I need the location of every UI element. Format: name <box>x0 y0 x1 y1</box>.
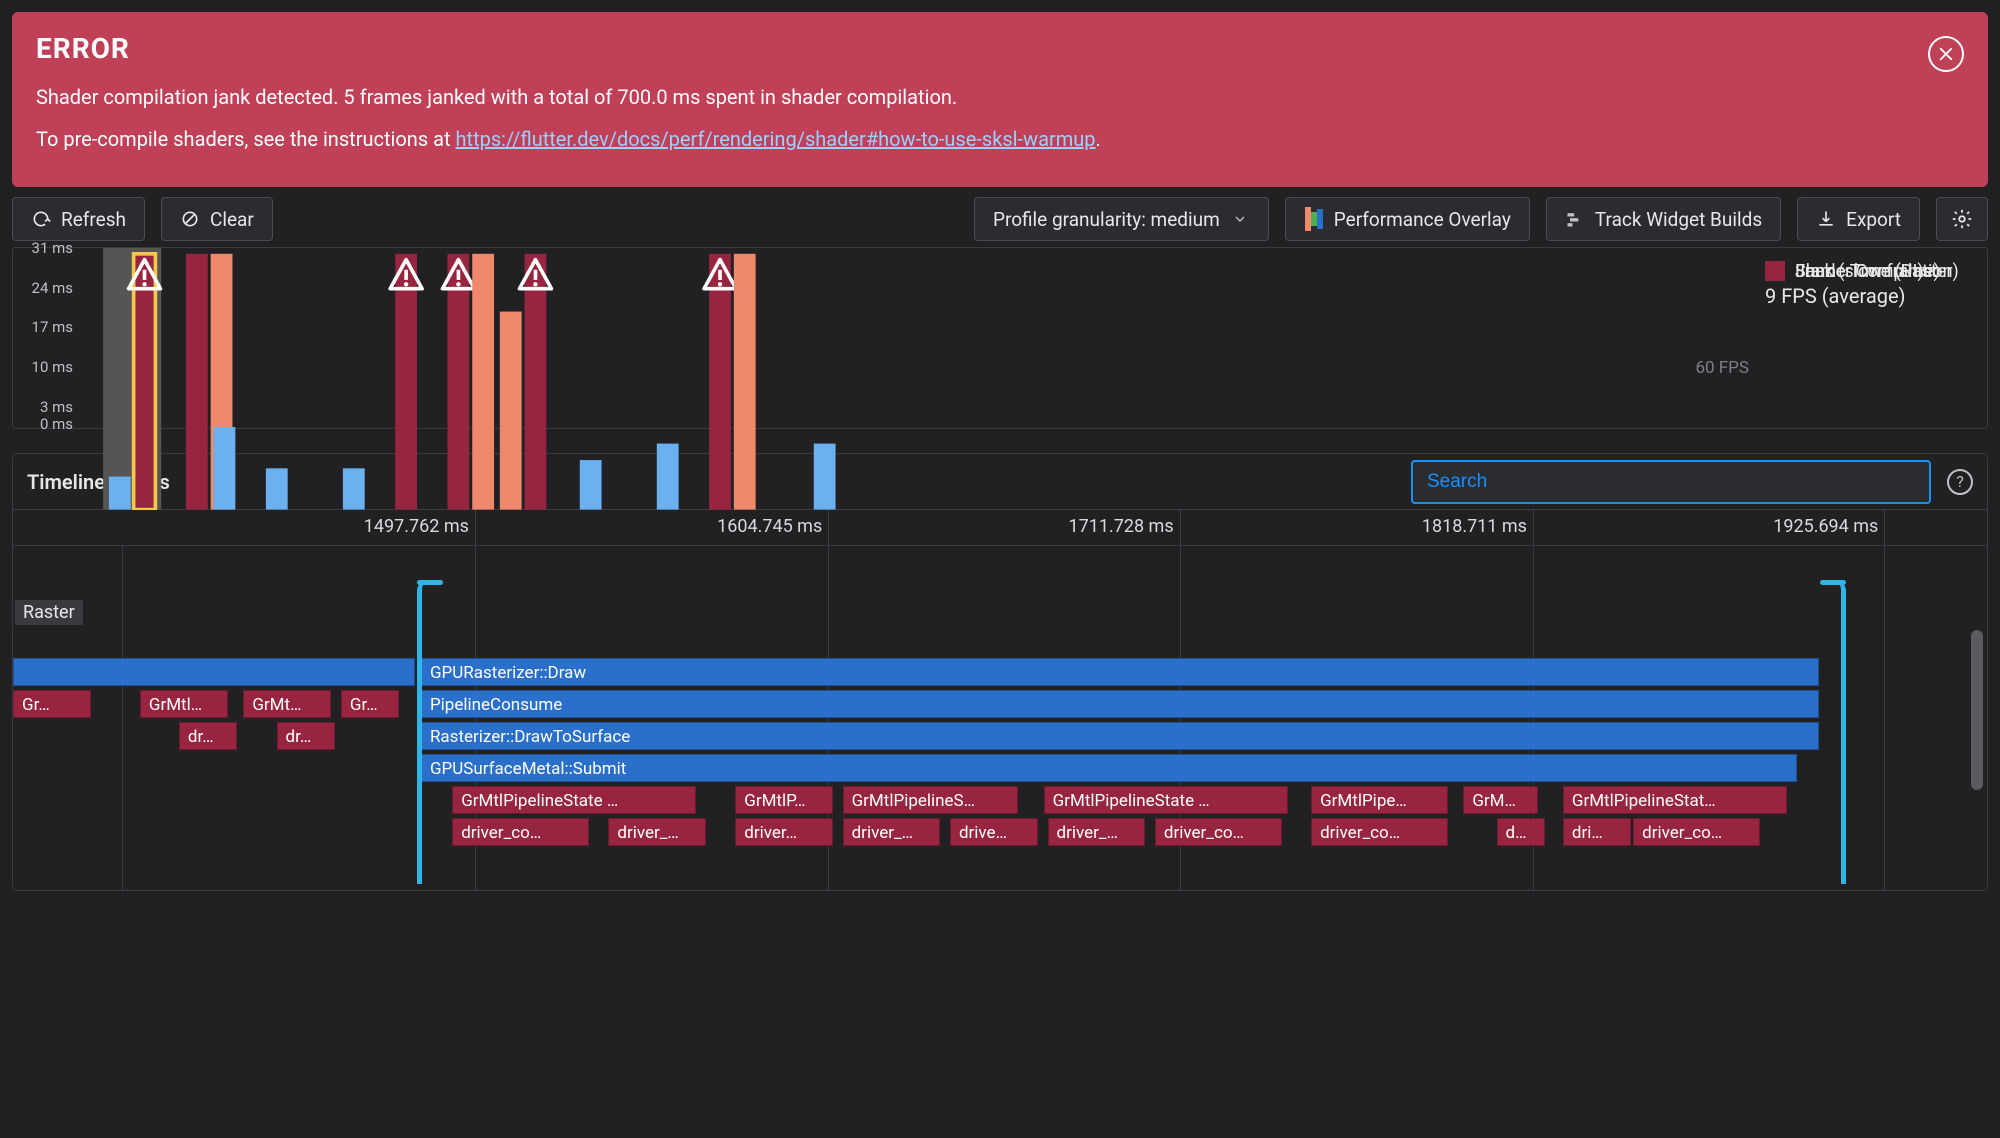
raster-lane-tag: Raster <box>15 600 83 625</box>
time-tick: 1711.728 ms <box>1069 516 1180 537</box>
flame-segment[interactable]: driver_co… <box>1633 818 1760 846</box>
error-close-button[interactable] <box>1928 36 1964 72</box>
flame-segment[interactable]: dr… <box>277 722 336 750</box>
frame-chart-panel: 0 ms3 ms10 ms17 ms24 ms31 ms 60 FPS Fram… <box>12 247 1988 429</box>
legend-label: Shader Compilation <box>1795 261 1953 282</box>
flame-segment[interactable]: GrMtlPipelineS… <box>843 786 1019 814</box>
timeline-flame-chart[interactable]: 1497.762 ms 1604.745 ms 1711.728 ms 1818.71… <box>13 510 1987 890</box>
track-icon <box>1565 209 1585 229</box>
flame-segment[interactable]: dr… <box>179 722 238 750</box>
flame-segment[interactable]: PipelineConsume <box>421 690 1819 718</box>
refresh-label: Refresh <box>61 208 126 231</box>
flame-segment[interactable]: driver_… <box>608 818 706 846</box>
flame-segment[interactable]: driver_co… <box>1155 818 1282 846</box>
timeline-panel: Timeline Events ? 1497.762 ms1604.745 ms… <box>12 453 1988 891</box>
export-button[interactable]: Export <box>1797 197 1920 241</box>
flame-segment[interactable]: driver… <box>735 818 833 846</box>
flame-segment[interactable]: Gr… <box>341 690 400 718</box>
bars-icon <box>1304 209 1324 229</box>
avg-fps: 9 FPS (average) <box>1765 284 1979 308</box>
flame-segment[interactable]: drive… <box>950 818 1038 846</box>
time-tick: 1604.745 ms <box>717 516 828 537</box>
granularity-dropdown[interactable]: Profile granularity: medium <box>974 197 1269 241</box>
flame-segment[interactable]: GrMtl… <box>140 690 228 718</box>
flame-segment[interactable]: driver_… <box>1048 818 1146 846</box>
legend: Frame Time (UI)Frame Time (Raster)Jank (… <box>1757 248 1987 428</box>
toolbar: Refresh Clear Profile granularity: mediu… <box>12 197 1988 241</box>
timeline-scrollbar[interactable] <box>1971 630 1983 790</box>
flame-segment[interactable]: driver_co… <box>452 818 589 846</box>
error-doc-link[interactable]: https://flutter.dev/docs/perf/rendering/… <box>456 127 1096 151</box>
flame-segment[interactable]: GrMtlP… <box>735 786 833 814</box>
frame-bars <box>13 248 1757 510</box>
settings-button[interactable] <box>1936 197 1988 241</box>
flame-segment[interactable]: GrMtlPipelineStat… <box>1563 786 1787 814</box>
time-tick: 1925.694 ms <box>1773 516 1884 537</box>
performance-overlay-button[interactable]: Performance Overlay <box>1285 197 1530 241</box>
refresh-button[interactable]: Refresh <box>12 197 145 241</box>
flame-segment[interactable]: GrM… <box>1463 786 1537 814</box>
flame-segment[interactable]: d… <box>1497 818 1546 846</box>
track-widget-builds-label: Track Widget Builds <box>1595 208 1762 231</box>
export-label: Export <box>1846 208 1901 231</box>
clear-button[interactable]: Clear <box>161 197 273 241</box>
error-msg-2-prefix: To pre-compile shaders, see the instruct… <box>36 127 456 151</box>
granularity-label: Profile granularity: medium <box>993 208 1220 231</box>
frame-chart[interactable]: 0 ms3 ms10 ms17 ms24 ms31 ms 60 FPS <box>13 248 1757 428</box>
flame-segment[interactable]: GrMt… <box>243 690 331 718</box>
timeline-help-button[interactable]: ? <box>1947 469 1973 495</box>
performance-overlay-label: Performance Overlay <box>1334 208 1511 231</box>
flame-segment[interactable]: driver_… <box>843 818 941 846</box>
error-banner: ERROR Shader compilation jank detected. … <box>12 12 1988 187</box>
gear-icon <box>1951 208 1973 230</box>
flame-segment[interactable]: GPUSurfaceMetal::Submit <box>421 754 1797 782</box>
flame-segment[interactable]: GrMtlPipelineState … <box>1044 786 1288 814</box>
flame-segment[interactable]: Rasterizer::DrawToSurface <box>421 722 1819 750</box>
chevron-down-icon <box>1230 209 1250 229</box>
flame-segment[interactable]: dri… <box>1563 818 1631 846</box>
fps-marker: 60 FPS <box>1695 358 1749 378</box>
legend-item: Shader Compilation <box>1765 256 1953 286</box>
flame-segment[interactable]: GrMtlPipe… <box>1311 786 1448 814</box>
error-msg-2: To pre-compile shaders, see the instruct… <box>36 123 1964 155</box>
flame-segment[interactable]: Gr… <box>13 690 91 718</box>
error-title: ERROR <box>36 32 1964 65</box>
flame-segment[interactable]: driver_co… <box>1311 818 1448 846</box>
time-tick: 1818.711 ms <box>1422 516 1533 537</box>
flame-segment[interactable] <box>13 658 415 686</box>
refresh-icon <box>31 209 51 229</box>
close-icon <box>1937 45 1955 63</box>
track-widget-builds-button[interactable]: Track Widget Builds <box>1546 197 1781 241</box>
ban-icon <box>180 209 200 229</box>
error-msg-2-suffix: . <box>1096 127 1101 151</box>
time-tick: 1497.762 ms <box>364 516 475 537</box>
flame-segment[interactable]: GPURasterizer::Draw <box>421 658 1819 686</box>
legend-swatch <box>1765 261 1785 281</box>
error-msg-1: Shader compilation jank detected. 5 fram… <box>36 81 1964 113</box>
clear-label: Clear <box>210 208 254 231</box>
download-icon <box>1816 209 1836 229</box>
flame-segment[interactable]: GrMtlPipelineState … <box>452 786 696 814</box>
